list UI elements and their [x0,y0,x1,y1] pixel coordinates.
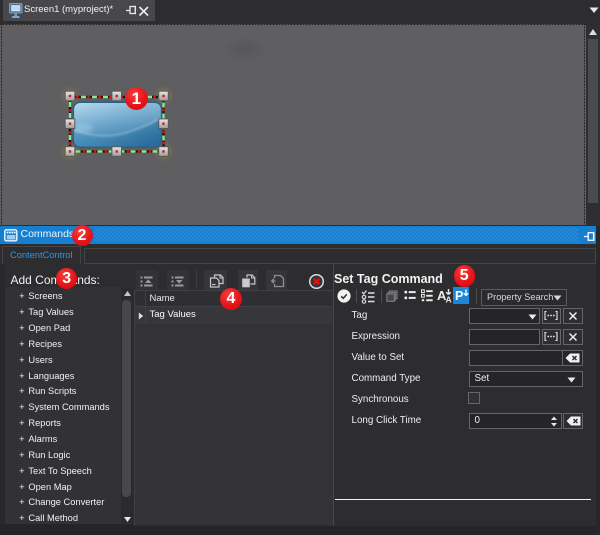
svg-text:A: A [446,295,452,304]
